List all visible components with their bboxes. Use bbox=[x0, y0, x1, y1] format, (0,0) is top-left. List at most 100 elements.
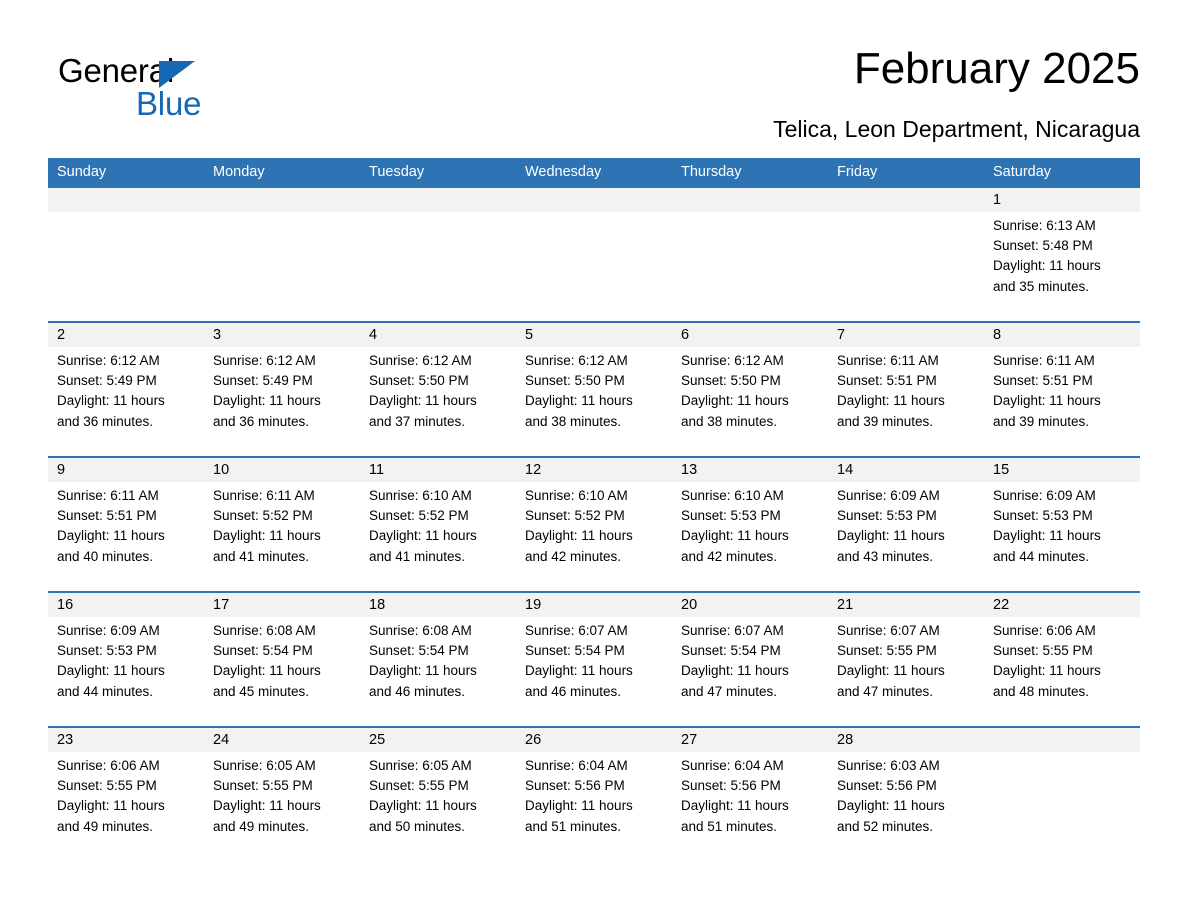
day-cell[interactable]: 28 Sunrise: 6:03 AM Sunset: 5:56 PM Dayl… bbox=[828, 728, 984, 861]
sunset-text: Sunset: 5:51 PM bbox=[837, 373, 937, 389]
sunset-text: Sunset: 5:55 PM bbox=[837, 643, 937, 659]
day-number: 17 bbox=[204, 593, 360, 617]
day-cell[interactable]: 24 Sunrise: 6:05 AM Sunset: 5:55 PM Dayl… bbox=[204, 728, 360, 861]
day-details: Sunrise: 6:10 AM Sunset: 5:53 PM Dayligh… bbox=[672, 482, 828, 567]
daylight-text-line1: Daylight: 11 hours bbox=[993, 663, 1101, 679]
day-cell[interactable]: 8 Sunrise: 6:11 AM Sunset: 5:51 PM Dayli… bbox=[984, 323, 1140, 456]
daylight-text-line2: and 35 minutes. bbox=[993, 278, 1090, 294]
day-cell[interactable]: 16 Sunrise: 6:09 AM Sunset: 5:53 PM Dayl… bbox=[48, 593, 204, 726]
day-number: 9 bbox=[48, 458, 204, 482]
daylight-text-line2: and 38 minutes. bbox=[525, 413, 622, 429]
day-details: Sunrise: 6:07 AM Sunset: 5:54 PM Dayligh… bbox=[516, 617, 672, 702]
calendar-page: General Blue February 2025 Telica, Leon … bbox=[0, 0, 1188, 918]
day-cell[interactable]: 21 Sunrise: 6:07 AM Sunset: 5:55 PM Dayl… bbox=[828, 593, 984, 726]
day-cell[interactable]: 2 Sunrise: 6:12 AM Sunset: 5:49 PM Dayli… bbox=[48, 323, 204, 456]
week-row: 2 Sunrise: 6:12 AM Sunset: 5:49 PM Dayli… bbox=[48, 321, 1140, 456]
weekday-header-thursday: Thursday bbox=[681, 164, 742, 180]
sunset-text: Sunset: 5:53 PM bbox=[993, 508, 1093, 524]
daylight-text-line1: Daylight: 11 hours bbox=[837, 663, 945, 679]
day-number: 26 bbox=[516, 728, 672, 752]
day-cell[interactable]: 18 Sunrise: 6:08 AM Sunset: 5:54 PM Dayl… bbox=[360, 593, 516, 726]
day-cell[interactable]: 4 Sunrise: 6:12 AM Sunset: 5:50 PM Dayli… bbox=[360, 323, 516, 456]
day-cell[interactable]: 9 Sunrise: 6:11 AM Sunset: 5:51 PM Dayli… bbox=[48, 458, 204, 591]
day-cell[interactable]: 23 Sunrise: 6:06 AM Sunset: 5:55 PM Dayl… bbox=[48, 728, 204, 861]
daylight-text-line2: and 40 minutes. bbox=[57, 548, 154, 564]
daylight-text-line2: and 39 minutes. bbox=[837, 413, 934, 429]
daylight-text-line1: Daylight: 11 hours bbox=[57, 528, 165, 544]
day-cell[interactable]: 11 Sunrise: 6:10 AM Sunset: 5:52 PM Dayl… bbox=[360, 458, 516, 591]
sunset-text: Sunset: 5:49 PM bbox=[57, 373, 157, 389]
day-details: Sunrise: 6:10 AM Sunset: 5:52 PM Dayligh… bbox=[516, 482, 672, 567]
daylight-text-line1: Daylight: 11 hours bbox=[993, 258, 1101, 274]
day-cell[interactable]: 1 Sunrise: 6:13 AM Sunset: 5:48 PM Dayli… bbox=[984, 188, 1140, 321]
day-cell[interactable]: 10 Sunrise: 6:11 AM Sunset: 5:52 PM Dayl… bbox=[204, 458, 360, 591]
day-cell[interactable]: 12 Sunrise: 6:10 AM Sunset: 5:52 PM Dayl… bbox=[516, 458, 672, 591]
day-cell[interactable]: 20 Sunrise: 6:07 AM Sunset: 5:54 PM Dayl… bbox=[672, 593, 828, 726]
daylight-text-line1: Daylight: 11 hours bbox=[993, 528, 1101, 544]
day-number bbox=[828, 188, 984, 212]
sunset-text: Sunset: 5:52 PM bbox=[525, 508, 625, 524]
daylight-text-line2: and 44 minutes. bbox=[993, 548, 1090, 564]
day-number: 2 bbox=[48, 323, 204, 347]
day-number: 8 bbox=[984, 323, 1140, 347]
day-cell[interactable]: 26 Sunrise: 6:04 AM Sunset: 5:56 PM Dayl… bbox=[516, 728, 672, 861]
general-blue-logo[interactable]: General Blue bbox=[58, 52, 358, 130]
daylight-text-line2: and 46 minutes. bbox=[525, 683, 622, 699]
day-cell[interactable]: 7 Sunrise: 6:11 AM Sunset: 5:51 PM Dayli… bbox=[828, 323, 984, 456]
day-cell[interactable]: 25 Sunrise: 6:05 AM Sunset: 5:55 PM Dayl… bbox=[360, 728, 516, 861]
sunrise-text: Sunrise: 6:09 AM bbox=[993, 488, 1096, 503]
day-cell[interactable]: 13 Sunrise: 6:10 AM Sunset: 5:53 PM Dayl… bbox=[672, 458, 828, 591]
day-number: 11 bbox=[360, 458, 516, 482]
sunset-text: Sunset: 5:55 PM bbox=[369, 778, 469, 794]
day-number: 14 bbox=[828, 458, 984, 482]
daylight-text-line2: and 49 minutes. bbox=[213, 818, 310, 834]
day-cell[interactable]: 19 Sunrise: 6:07 AM Sunset: 5:54 PM Dayl… bbox=[516, 593, 672, 726]
month-calendar: Sunday Monday Tuesday Wednesday Thursday… bbox=[48, 158, 1140, 861]
daylight-text-line1: Daylight: 11 hours bbox=[369, 663, 477, 679]
sunset-text: Sunset: 5:56 PM bbox=[681, 778, 781, 794]
day-number: 21 bbox=[828, 593, 984, 617]
day-cell[interactable]: 3 Sunrise: 6:12 AM Sunset: 5:49 PM Dayli… bbox=[204, 323, 360, 456]
sunrise-text: Sunrise: 6:10 AM bbox=[369, 488, 472, 503]
sunrise-text: Sunrise: 6:06 AM bbox=[993, 623, 1096, 638]
week-row: 23 Sunrise: 6:06 AM Sunset: 5:55 PM Dayl… bbox=[48, 726, 1140, 861]
day-number bbox=[672, 188, 828, 212]
day-cell[interactable]: 17 Sunrise: 6:08 AM Sunset: 5:54 PM Dayl… bbox=[204, 593, 360, 726]
day-cell[interactable]: 22 Sunrise: 6:06 AM Sunset: 5:55 PM Dayl… bbox=[984, 593, 1140, 726]
day-details: Sunrise: 6:11 AM Sunset: 5:51 PM Dayligh… bbox=[984, 347, 1140, 432]
day-details: Sunrise: 6:09 AM Sunset: 5:53 PM Dayligh… bbox=[48, 617, 204, 702]
daylight-text-line1: Daylight: 11 hours bbox=[993, 393, 1101, 409]
day-details: Sunrise: 6:04 AM Sunset: 5:56 PM Dayligh… bbox=[672, 752, 828, 837]
day-cell[interactable]: 15 Sunrise: 6:09 AM Sunset: 5:53 PM Dayl… bbox=[984, 458, 1140, 591]
day-number: 10 bbox=[204, 458, 360, 482]
daylight-text-line2: and 36 minutes. bbox=[57, 413, 154, 429]
sunset-text: Sunset: 5:53 PM bbox=[57, 643, 157, 659]
day-cell bbox=[516, 188, 672, 321]
day-cell[interactable]: 27 Sunrise: 6:04 AM Sunset: 5:56 PM Dayl… bbox=[672, 728, 828, 861]
sunrise-text: Sunrise: 6:05 AM bbox=[369, 758, 472, 773]
sunset-text: Sunset: 5:51 PM bbox=[57, 508, 157, 524]
day-number: 18 bbox=[360, 593, 516, 617]
daylight-text-line1: Daylight: 11 hours bbox=[525, 393, 633, 409]
day-cell[interactable]: 6 Sunrise: 6:12 AM Sunset: 5:50 PM Dayli… bbox=[672, 323, 828, 456]
sunrise-text: Sunrise: 6:11 AM bbox=[993, 353, 1095, 368]
day-cell[interactable]: 14 Sunrise: 6:09 AM Sunset: 5:53 PM Dayl… bbox=[828, 458, 984, 591]
day-details bbox=[48, 212, 204, 216]
page-subtitle-location: Telica, Leon Department, Nicaragua bbox=[773, 116, 1140, 142]
sunrise-text: Sunrise: 6:06 AM bbox=[57, 758, 160, 773]
day-number: 24 bbox=[204, 728, 360, 752]
sunrise-text: Sunrise: 6:08 AM bbox=[213, 623, 316, 638]
daylight-text-line1: Daylight: 11 hours bbox=[525, 798, 633, 814]
page-title: February 2025 bbox=[853, 44, 1140, 93]
daylight-text-line2: and 37 minutes. bbox=[369, 413, 466, 429]
daylight-text-line1: Daylight: 11 hours bbox=[369, 798, 477, 814]
day-details: Sunrise: 6:08 AM Sunset: 5:54 PM Dayligh… bbox=[204, 617, 360, 702]
daylight-text-line1: Daylight: 11 hours bbox=[681, 393, 789, 409]
daylight-text-line2: and 48 minutes. bbox=[993, 683, 1090, 699]
day-number bbox=[984, 728, 1140, 752]
day-cell[interactable]: 5 Sunrise: 6:12 AM Sunset: 5:50 PM Dayli… bbox=[516, 323, 672, 456]
day-details: Sunrise: 6:13 AM Sunset: 5:48 PM Dayligh… bbox=[984, 212, 1140, 297]
daylight-text-line2: and 39 minutes. bbox=[993, 413, 1090, 429]
daylight-text-line2: and 42 minutes. bbox=[525, 548, 622, 564]
sunrise-text: Sunrise: 6:09 AM bbox=[57, 623, 160, 638]
